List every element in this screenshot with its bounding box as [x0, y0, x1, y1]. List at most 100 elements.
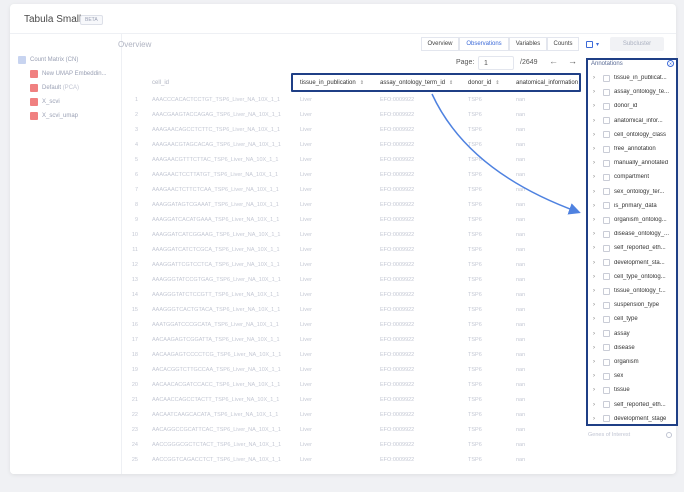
annotation-checkbox[interactable] — [603, 145, 610, 153]
table-row[interactable]: 17 AACAAGAGTCGGATTA_TSP6_Liver_NA_10X_1_1… — [120, 332, 580, 347]
tab-variables[interactable]: Variables — [509, 37, 547, 51]
annotation-checkbox[interactable] — [603, 259, 610, 267]
table-row[interactable]: 18 AACAAGAGTCCCCTCG_TSP6_Liver_NA_10X_1_1… — [120, 347, 580, 362]
annotation-item[interactable]: › disease — [588, 341, 676, 355]
annotation-checkbox[interactable] — [603, 173, 610, 181]
annotation-item[interactable]: › free_annotation — [588, 142, 676, 156]
annotation-item[interactable]: › sex_ontology_ter... — [588, 185, 676, 199]
annotation-checkbox[interactable] — [603, 315, 610, 323]
chevron-right-icon[interactable]: › — [590, 402, 598, 408]
annotation-item[interactable]: › disease_ontology_... — [588, 227, 676, 241]
annotation-checkbox[interactable] — [603, 216, 610, 224]
table-row[interactable]: 3 AAAGAACAGCCTCTTC_TSP6_Liver_NA_10X_1_1 L… — [120, 122, 580, 137]
table-row[interactable]: 10 AAAGGATCATCGGAAG_TSP6_Liver_NA_10X_1_1… — [120, 227, 580, 242]
annotation-item[interactable]: › compartment — [588, 170, 676, 184]
annotation-item[interactable]: › self_reported_eth... — [588, 398, 676, 412]
annotation-checkbox[interactable] — [603, 230, 610, 238]
table-row[interactable]: 14 AAAGGGTATCTCCGTT_TSP6_Liver_NA_10X_1_1… — [120, 287, 580, 302]
annotation-item[interactable]: › assay_ontology_te... — [588, 85, 676, 99]
table-row[interactable]: 12 AAAGGATTCGTCCTCA_TSP6_Liver_NA_10X_1_1… — [120, 257, 580, 272]
annotation-item[interactable]: › anatomical_infor... — [588, 114, 676, 128]
chevron-right-icon[interactable]: › — [590, 245, 598, 251]
annotation-checkbox[interactable] — [603, 159, 610, 167]
table-row[interactable]: 13 AAAGGGTATCCGTGAG_TSP6_Liver_NA_10X_1_1… — [120, 272, 580, 287]
annotation-item[interactable]: › development_stage — [588, 412, 676, 426]
annotation-item[interactable]: › manually_annotated — [588, 156, 676, 170]
annotation-item[interactable]: › sex — [588, 369, 676, 383]
table-row[interactable]: 24 AACCGGGCGCTCTACT_TSP6_Liver_NA_10X_1_1… — [120, 437, 580, 452]
left-panel-item[interactable]: Default (PCA) — [30, 82, 79, 94]
table-row[interactable]: 11 AAAGGATCATCTCGCA_TSP6_Liver_NA_10X_1_1… — [120, 242, 580, 257]
chevron-right-icon[interactable]: › — [590, 416, 598, 422]
chevron-right-icon[interactable]: › — [590, 288, 598, 294]
annotation-checkbox[interactable] — [603, 273, 610, 281]
chevron-right-icon[interactable]: › — [590, 118, 598, 124]
chevron-right-icon[interactable]: › — [590, 373, 598, 379]
table-row[interactable]: 16 AAATGGATCCCGCATA_TSP6_Liver_NA_10X_1_1… — [120, 317, 580, 332]
chevron-right-icon[interactable]: › — [590, 103, 598, 109]
table-row[interactable]: 21 AACAACCAGCCTACTT_TSP6_Liver_NA_10X_1_1… — [120, 392, 580, 407]
annotation-checkbox[interactable] — [603, 244, 610, 252]
chevron-right-icon[interactable]: › — [590, 331, 598, 337]
chevron-right-icon[interactable]: › — [590, 174, 598, 180]
table-row[interactable]: 25 AACCGGTCAGACCTCT_TSP6_Liver_NA_10X_1_1… — [120, 452, 580, 467]
close-icon[interactable]: ✕ — [667, 60, 674, 67]
chevron-right-icon[interactable]: › — [590, 302, 598, 308]
table-row[interactable]: 9 AAAGGATCACATGAAA_TSP6_Liver_NA_10X_1_1 L… — [120, 212, 580, 227]
column-header-cell-id[interactable]: cell_id — [152, 76, 292, 90]
annotation-item[interactable]: › suspension_type — [588, 298, 676, 312]
annotation-checkbox[interactable] — [603, 330, 610, 338]
table-row[interactable]: 6 AAAGAACTCCTTATGT_TSP6_Liver_NA_10X_1_1 L… — [120, 167, 580, 182]
table-row[interactable]: 15 AAAGGGTCACTGTACA_TSP6_Liver_NA_10X_1_1… — [120, 302, 580, 317]
left-panel-item[interactable]: Count Matrix (CN) — [18, 54, 78, 66]
prev-page-button[interactable]: ← — [549, 56, 558, 66]
annotation-checkbox[interactable] — [603, 401, 610, 409]
annotation-item[interactable]: › organism — [588, 355, 676, 369]
subcluster-button[interactable]: Subcluster — [610, 37, 664, 51]
table-row[interactable]: 4 AAAGAACGTAGCACAG_TSP6_Liver_NA_10X_1_1 L… — [120, 137, 580, 152]
annotation-checkbox[interactable] — [603, 372, 610, 380]
annotation-item[interactable]: › tissue_ontology_t... — [588, 284, 676, 298]
chevron-right-icon[interactable]: › — [590, 316, 598, 322]
annotation-checkbox[interactable] — [603, 301, 610, 309]
table-row[interactable]: 5 AAAGAACGTTTCTTAC_TSP6_Liver_NA_10X_1_1 L… — [120, 152, 580, 167]
table-row[interactable]: 1 AAACCCACACTCCTGT_TSP6_Liver_NA_10X_1_1 L… — [120, 92, 580, 107]
table-row[interactable]: 26 AACGCAACACCCCACT_TSP6_Liver_NA_10X_1_1… — [120, 467, 580, 470]
chevron-right-icon[interactable]: › — [590, 359, 598, 365]
annotation-item[interactable]: › organism_ontolog... — [588, 213, 676, 227]
page-input[interactable]: 1 — [478, 56, 514, 70]
annotation-checkbox[interactable] — [603, 415, 610, 423]
chevron-right-icon[interactable]: › — [590, 160, 598, 166]
chevron-right-icon[interactable]: › — [590, 387, 598, 393]
left-panel-item[interactable]: X_scvi_umap — [30, 110, 78, 122]
tab-overview[interactable]: Overview — [421, 37, 459, 51]
table-row[interactable]: 20 AACAACACGATCCACC_TSP6_Liver_NA_10X_1_1… — [120, 377, 580, 392]
left-panel-item[interactable]: X_scvi — [30, 96, 60, 108]
annotation-item[interactable]: › donor_id — [588, 99, 676, 113]
annotation-item[interactable]: › tissue — [588, 383, 676, 397]
annotation-item[interactable]: › cell_type_ontolog... — [588, 270, 676, 284]
annotation-checkbox[interactable] — [603, 358, 610, 366]
annotation-checkbox[interactable] — [603, 131, 610, 139]
tab-observations[interactable]: Observations — [459, 37, 509, 51]
annotation-item[interactable]: › development_sta... — [588, 256, 676, 270]
chevron-right-icon[interactable]: › — [590, 231, 598, 237]
tab-counts[interactable]: Counts — [547, 37, 579, 51]
annotation-checkbox[interactable] — [603, 102, 610, 110]
view-selector[interactable]: ▾ — [586, 38, 604, 50]
annotation-checkbox[interactable] — [603, 74, 610, 82]
table-row[interactable]: 23 AACAGGCCGCATTCAC_TSP6_Liver_NA_10X_1_1… — [120, 422, 580, 437]
chevron-right-icon[interactable]: › — [590, 189, 598, 195]
annotation-item[interactable]: › self_reported_eth... — [588, 241, 676, 255]
chevron-right-icon[interactable]: › — [590, 345, 598, 351]
annotation-item[interactable]: › cell_ontology_class — [588, 128, 676, 142]
annotation-checkbox[interactable] — [603, 202, 610, 210]
annotation-item[interactable]: › is_primary_data — [588, 199, 676, 213]
table-row[interactable]: 22 AACAATCAAGCACATA_TSP6_Liver_NA_10X_1_1… — [120, 407, 580, 422]
chevron-right-icon[interactable]: › — [590, 203, 598, 209]
chevron-right-icon[interactable]: › — [590, 75, 598, 81]
annotation-item[interactable]: › tissue_in_publicat... — [588, 71, 676, 85]
next-page-button[interactable]: → — [568, 56, 577, 66]
chevron-right-icon[interactable]: › — [590, 217, 598, 223]
annotation-checkbox[interactable] — [603, 344, 610, 352]
